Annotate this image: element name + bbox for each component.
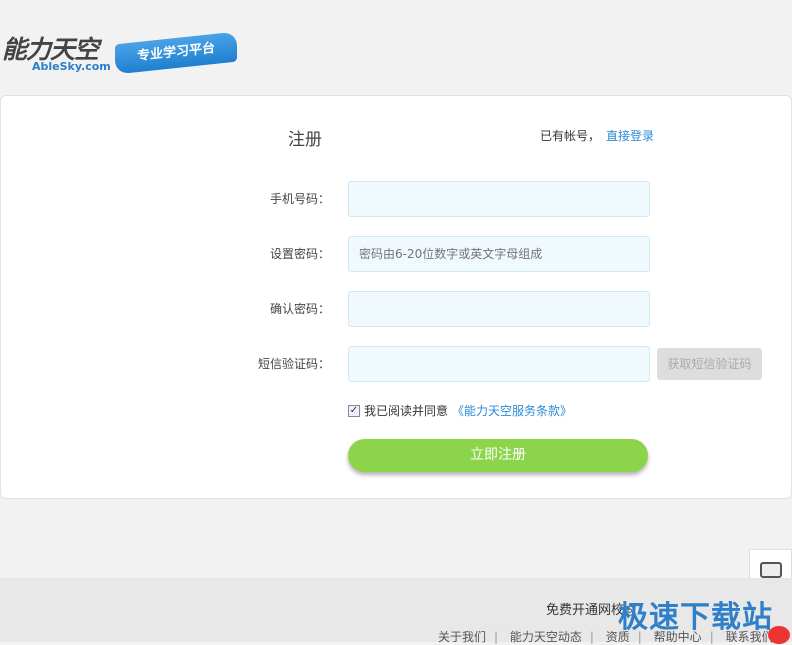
- sms-code-label: 短信验证码：: [257, 357, 330, 371]
- confirm-password-input[interactable]: [348, 291, 650, 327]
- login-link[interactable]: 直接登录: [606, 129, 654, 143]
- logo-ribbon: 专业学习平台: [115, 31, 237, 75]
- has-account: 已有帐号， 直接登录: [540, 127, 654, 144]
- watermark: 极速下载站: [618, 600, 773, 635]
- sms-code-input[interactable]: [348, 346, 650, 382]
- agree-row: ✓ 我已阅读并同意 《能力天空服务条款》: [348, 402, 572, 419]
- password-label: 设置密码：: [269, 247, 330, 261]
- get-sms-code-button[interactable]: 获取短信验证码: [657, 348, 762, 380]
- register-button[interactable]: 立即注册: [348, 439, 648, 472]
- has-account-text: 已有帐号，: [540, 129, 601, 143]
- agree-text: 我已阅读并同意: [364, 404, 449, 418]
- chat-icon: [759, 562, 782, 578]
- phone-label: 手机号码：: [269, 192, 330, 206]
- terms-link[interactable]: 《能力天空服务条款》: [452, 402, 572, 419]
- agree-checkbox[interactable]: ✓: [348, 404, 360, 417]
- logo-en: AbleSky.com: [32, 60, 111, 73]
- password-input[interactable]: [348, 236, 650, 272]
- phone-input[interactable]: [348, 181, 650, 217]
- page-title: 注册: [288, 130, 322, 150]
- confirm-password-label: 确认密码：: [269, 302, 330, 316]
- logo[interactable]: 能力天空 AbleSky.com 专业学习平台: [0, 30, 240, 75]
